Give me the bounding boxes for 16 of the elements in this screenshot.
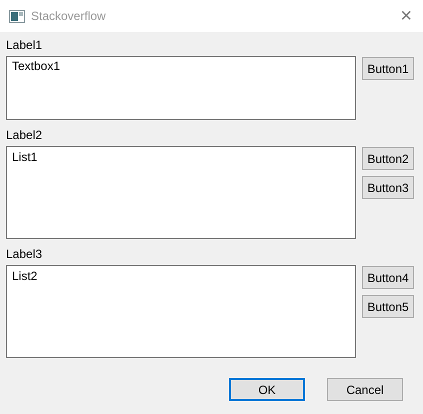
- field-label: Label1: [6, 37, 42, 54]
- list-box[interactable]: List2: [6, 265, 356, 358]
- text-field[interactable]: Textbox1: [6, 56, 356, 120]
- ok-button[interactable]: OK: [229, 378, 305, 401]
- button[interactable]: Button5: [362, 295, 414, 318]
- window-title: Stackoverflow: [31, 9, 107, 23]
- app-icon: [9, 10, 25, 22]
- button[interactable]: Button2: [362, 147, 414, 170]
- button[interactable]: Button4: [362, 266, 414, 289]
- button[interactable]: Button1: [362, 57, 414, 80]
- field-label: Label2: [6, 127, 42, 144]
- close-icon[interactable]: ×: [400, 4, 414, 28]
- list-box[interactable]: List1: [6, 146, 356, 239]
- cancel-button[interactable]: Cancel: [327, 378, 403, 401]
- button[interactable]: Button3: [362, 176, 414, 199]
- field-label: Label3: [6, 246, 42, 263]
